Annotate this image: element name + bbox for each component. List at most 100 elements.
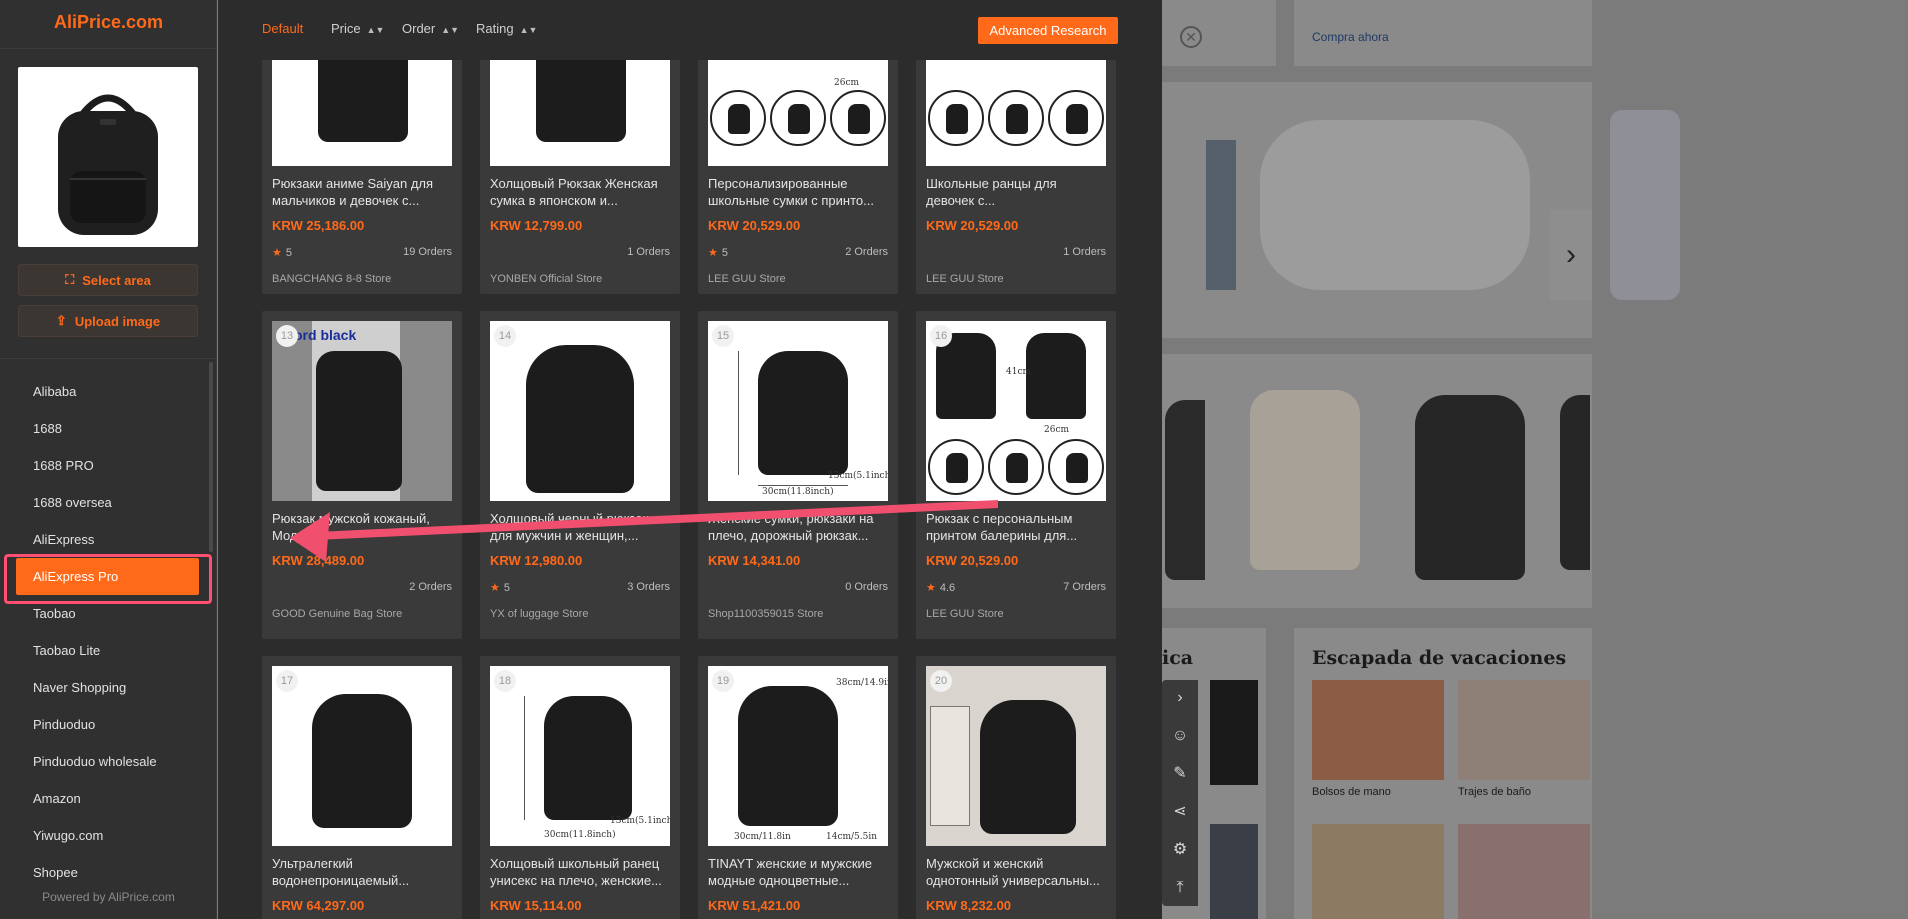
result-card[interactable]: 38cm/14.9in 30cm/11.8in 14cm/5.5in 19 TI… [698, 656, 898, 919]
rank-badge: 14 [494, 325, 516, 347]
product-price: KRW 20,529.00 [926, 553, 1019, 568]
product-title[interactable]: Холщовый Рюкзак Женская сумка в японском… [490, 175, 670, 209]
result-card[interactable]: 20 Мужской и женский однотонный универса… [916, 656, 1116, 919]
banner-image [1560, 395, 1590, 570]
category-image-swimsuits[interactable] [1458, 680, 1590, 780]
upload-image-button[interactable]: ⇪ Upload image [18, 305, 198, 337]
dimension-label: 38cm/14.9in [836, 678, 888, 688]
brand-logo[interactable]: AliPrice.com [0, 12, 217, 33]
product-detail-circle [770, 90, 826, 146]
source-item-1688-pro[interactable]: 1688 PRO [0, 447, 217, 484]
carousel-next-icon[interactable]: › [1550, 210, 1592, 300]
person-shape [400, 321, 452, 501]
product-store[interactable]: LEE GUU Store [708, 273, 786, 285]
result-card[interactable]: ord black 13 Рюкзак мужской кожаный, Мод… [262, 311, 462, 639]
smile-icon[interactable]: ☺ [1162, 718, 1198, 754]
backpack-shape [316, 351, 402, 491]
close-icon[interactable]: ✕ [1180, 26, 1202, 48]
product-price: KRW 8,232.00 [926, 898, 1012, 913]
product-rating: ★ 4.6 [926, 581, 955, 594]
product-orders: 1 Orders [627, 246, 670, 258]
product-orders: 19 Orders [403, 246, 452, 258]
product-store[interactable]: YONBEN Official Store [490, 273, 602, 285]
source-item-naver-shopping[interactable]: Naver Shopping [0, 669, 217, 706]
source-item-aliexpress[interactable]: AliExpress [0, 521, 217, 558]
product-orders: 3 Orders [627, 581, 670, 593]
advanced-research-button[interactable]: Advanced Research [978, 17, 1118, 44]
product-title[interactable]: Холщовый черный рюкзак для мужчин и женщ… [490, 510, 670, 544]
source-item-pinduoduo[interactable]: Pinduoduo [0, 706, 217, 743]
source-item-pinduoduo-wholesale[interactable]: Pinduoduo wholesale [0, 743, 217, 780]
sort-price[interactable]: Price ▲▼ [331, 21, 384, 36]
backpack-shape [544, 696, 632, 820]
product-image: 30cm(11.8inch) 13cm(5.1inch) [708, 321, 888, 501]
product-store[interactable]: BANGCHANG 8-8 Store [272, 273, 391, 285]
product-store[interactable]: YX of luggage Store [490, 608, 588, 620]
rank-badge: 18 [494, 670, 516, 692]
product-title[interactable]: Мужской и женский однотонный универсальн… [926, 855, 1106, 889]
backpack-image [58, 94, 158, 235]
product-price: KRW 64,297.00 [272, 898, 365, 913]
backpack-shape [312, 694, 412, 828]
source-item-amazon[interactable]: Amazon [0, 780, 217, 817]
product-rating: ★ 5 [708, 246, 728, 259]
rank-badge: 17 [276, 670, 298, 692]
source-item-aliexpress-pro[interactable]: AliExpress Pro [16, 558, 199, 595]
result-card[interactable]: 30cm(11.8inch) 13cm(5.1inch) 15 Женские … [698, 311, 898, 639]
settings-icon[interactable]: ⚙ [1162, 832, 1198, 868]
sort-rating[interactable]: Rating ▲▼ [476, 21, 537, 36]
product-image [926, 666, 1106, 846]
result-card[interactable]: 30cm(11.8inch) 13cm(5.1inch) 18 Холщовый… [480, 656, 680, 919]
edit-icon[interactable]: ✎ [1162, 756, 1198, 792]
source-item-yiwugo[interactable]: Yiwugo.com [0, 817, 217, 854]
rank-badge: 16 [930, 325, 952, 347]
banner-image [1610, 110, 1680, 300]
product-title[interactable]: Персонализированные школьные сумки с при… [708, 175, 888, 209]
shop-now-link[interactable]: Compra ahora [1312, 30, 1389, 44]
product-title[interactable]: Школьные ранцы для девочек с... [926, 175, 1106, 209]
sort-default[interactable]: Default [262, 21, 303, 36]
product-price: KRW 25,186.00 [272, 218, 365, 233]
category-image[interactable] [1458, 824, 1590, 919]
product-title[interactable]: Рюкзак с персональным принтом балерины д… [926, 510, 1106, 544]
product-title[interactable]: Женские сумки, рюкзаки на плечо, дорожны… [708, 510, 888, 544]
source-item-taobao-lite[interactable]: Taobao Lite [0, 632, 217, 669]
source-list: Alibaba 1688 1688 PRO 1688 oversea AliEx… [0, 373, 217, 891]
product-store[interactable]: GOOD Genuine Bag Store [272, 608, 402, 620]
source-item-1688[interactable]: 1688 [0, 410, 217, 447]
select-area-button[interactable]: ⛶ Select area [18, 264, 198, 296]
dimension-line [524, 696, 525, 820]
source-item-alibaba[interactable]: Alibaba [0, 373, 217, 410]
source-item-shopee[interactable]: Shopee [0, 854, 217, 891]
product-store[interactable]: LEE GUU Store [926, 608, 1004, 620]
dimension-label: 30cm/11.8in [734, 832, 791, 842]
sort-price-label: Price [331, 21, 361, 36]
chevron-right-icon[interactable]: › [1162, 680, 1198, 716]
product-store[interactable]: LEE GUU Store [926, 273, 1004, 285]
product-title[interactable]: Холщовый школьный ранец унисекс на плечо… [490, 855, 670, 889]
product-detail-circle [1048, 90, 1104, 146]
result-card[interactable]: 41cm 26cm 16 Рюкзак с персональным принт… [916, 311, 1116, 639]
product-price: KRW 20,529.00 [708, 218, 801, 233]
product-title[interactable]: TINAYT женские и мужские модные одноцвет… [708, 855, 888, 889]
category-caption: Bolsos de mano [1312, 786, 1391, 798]
product-orders: 2 Orders [409, 581, 452, 593]
category-image-handbags[interactable] [1312, 680, 1444, 780]
category-image[interactable] [1312, 824, 1444, 919]
source-item-taobao[interactable]: Taobao [0, 595, 217, 632]
product-price: KRW 15,114.00 [490, 898, 582, 913]
back-to-top-icon[interactable]: ⤒ [1162, 870, 1198, 906]
dimension-line [758, 485, 848, 486]
sort-order[interactable]: Order ▲▼ [402, 21, 459, 36]
result-card[interactable]: 17 Ультралегкий водонепроницаемый... KRW… [262, 656, 462, 919]
result-card[interactable]: 14 Холщовый черный рюкзак для мужчин и ж… [480, 311, 680, 639]
source-item-1688-oversea[interactable]: 1688 oversea [0, 484, 217, 521]
product-store[interactable]: Shop1100359015 Store [708, 608, 823, 620]
product-title[interactable]: Рюкзаки аниме Saiyan для мальчиков и дев… [272, 175, 452, 209]
product-title[interactable]: Рюкзак мужской кожаный, Модн... [272, 510, 452, 544]
product-title[interactable]: Ультралегкий водонепроницаемый... [272, 855, 452, 889]
product-image [272, 666, 452, 846]
share-icon[interactable]: ⋖ [1162, 794, 1198, 830]
upload-icon: ⇪ [55, 313, 67, 328]
rank-badge: 13 [276, 325, 298, 347]
